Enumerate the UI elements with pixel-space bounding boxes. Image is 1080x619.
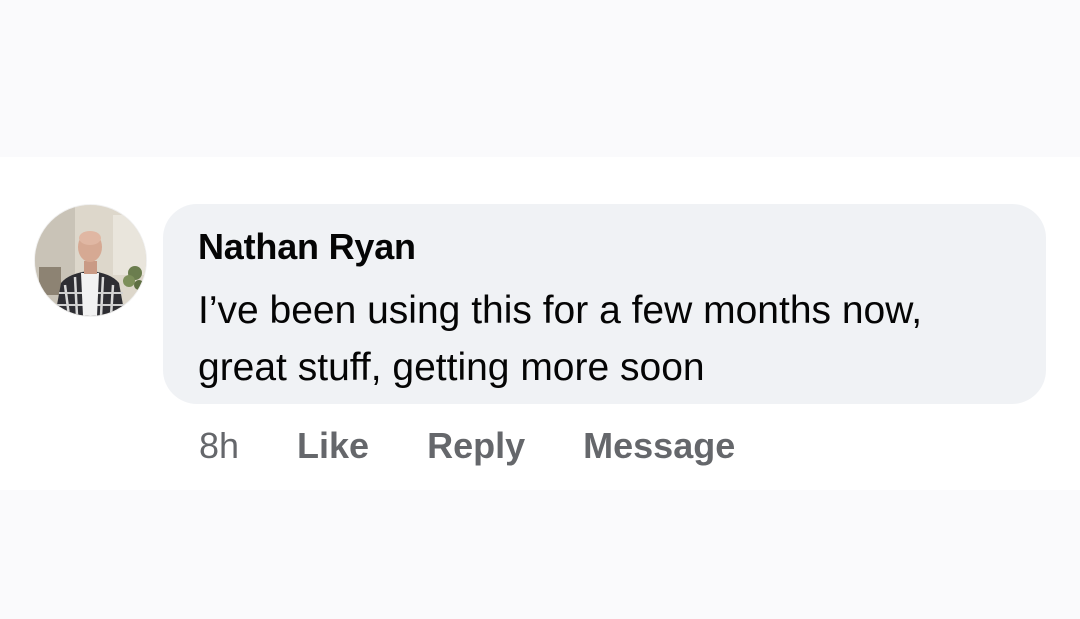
top-background	[0, 0, 1080, 157]
reply-button[interactable]: Reply	[427, 425, 525, 467]
comment-bubble: Nathan Ryan I’ve been using this for a f…	[163, 204, 1046, 404]
message-button[interactable]: Message	[583, 425, 735, 467]
comment-text: I’ve been using this for a few months no…	[198, 289, 923, 389]
avatar-photo-icon	[35, 205, 146, 316]
comment-timestamp[interactable]: 8h	[199, 425, 239, 467]
comment-actions: 8h Like Reply Message	[199, 424, 735, 468]
like-button[interactable]: Like	[297, 425, 369, 467]
avatar[interactable]	[35, 205, 146, 316]
comment-author-name[interactable]: Nathan Ryan	[198, 226, 416, 268]
bottom-background	[0, 490, 1080, 619]
